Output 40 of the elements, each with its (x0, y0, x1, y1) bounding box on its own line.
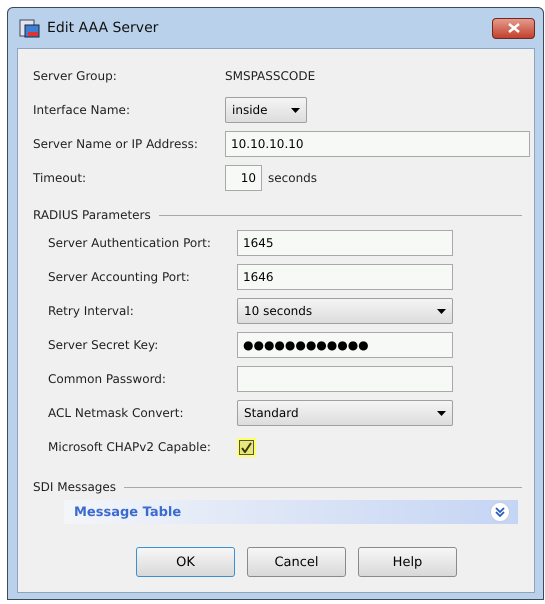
collapsible-panel[interactable]: Message Table (64, 500, 518, 524)
input-field[interactable]: 1645 (237, 230, 453, 256)
dropdown[interactable]: Standard (237, 400, 453, 426)
field-label: Common Password: (48, 372, 167, 386)
dialog-button[interactable]: OK (136, 547, 235, 577)
close-icon (508, 23, 520, 33)
dropdown[interactable]: inside (225, 97, 307, 123)
expand-button[interactable] (490, 502, 510, 522)
caret-icon (437, 308, 446, 314)
dropdown[interactable]: 10 seconds (237, 298, 453, 324)
panel-title: Message Table (74, 504, 182, 520)
field-label: Server Secret Key: (48, 338, 160, 352)
window-title: Edit AAA Server (47, 20, 160, 36)
section-title: SDI Messages (33, 480, 116, 494)
input-field[interactable]: ●●●●●●●●●●●● (237, 332, 453, 358)
field-label: Interface Name: (33, 103, 131, 117)
input-field[interactable]: 1646 (237, 264, 453, 290)
caret-icon (291, 108, 300, 112)
input-field[interactable]: 10.10.10.10 (225, 131, 530, 157)
input-field[interactable] (237, 366, 453, 392)
server-icon (19, 18, 41, 38)
checkbox[interactable] (237, 438, 256, 456)
dialog-button[interactable]: Help (358, 547, 457, 577)
input-field[interactable]: 10 (225, 165, 262, 191)
dialog-button[interactable]: Cancel (247, 547, 346, 577)
field-label: Microsoft CHAPv2 Capable: (48, 440, 212, 454)
unit-label: seconds (268, 171, 318, 185)
field-label: Server Authentication Port: (48, 236, 212, 250)
caret-icon (437, 410, 446, 416)
field-label: Server Accounting Port: (48, 270, 191, 284)
field-label: Timeout: (33, 171, 88, 185)
double-chevron-icon (495, 507, 505, 517)
field-label: Server Name or IP Address: (33, 137, 199, 151)
field-label: Retry Interval: (48, 304, 135, 318)
field-value: SMSPASSCODE (225, 69, 316, 83)
close-button[interactable] (492, 18, 535, 38)
field-label: Server Group: (33, 69, 118, 83)
field-label: ACL Netmask Convert: (48, 406, 184, 420)
checkmark-icon (241, 442, 252, 452)
section-title: RADIUS Parameters (33, 208, 151, 222)
